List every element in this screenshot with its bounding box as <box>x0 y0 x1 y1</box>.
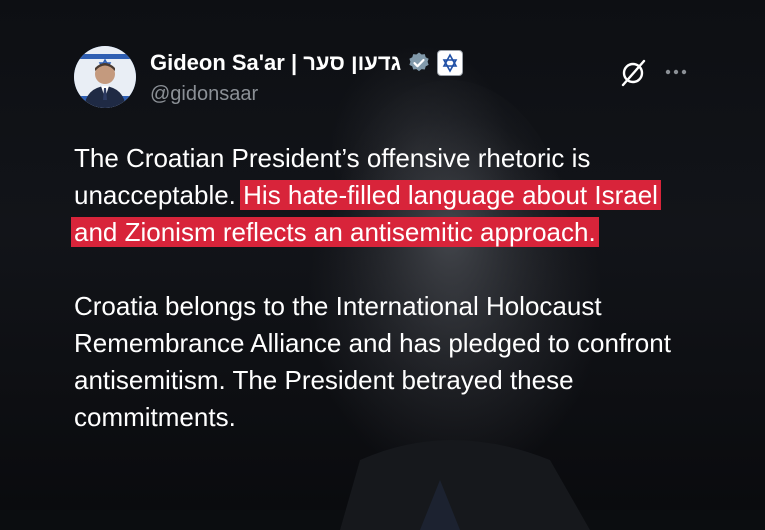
author-name[interactable]: Gideon Sa'ar | גדעון סער <box>150 50 401 76</box>
verified-badge-icon <box>409 52 429 72</box>
profile-avatar[interactable] <box>74 46 136 108</box>
tweet-text: The Croatian President’s offensive rheto… <box>71 140 674 436</box>
israel-government-affiliation-icon[interactable] <box>437 50 464 76</box>
author-name-row[interactable]: Gideon Sa'ar | גדעון סער <box>150 50 464 76</box>
tweet-paragraph-1: The Croatian President’s offensive rheto… <box>71 140 674 251</box>
author-handle[interactable]: @gidonsaar <box>150 82 258 106</box>
tweet-paragraph-2: Croatia belongs to the International Hol… <box>74 291 671 432</box>
grok-icon[interactable] <box>618 58 648 88</box>
more-options-icon[interactable] <box>664 64 688 80</box>
